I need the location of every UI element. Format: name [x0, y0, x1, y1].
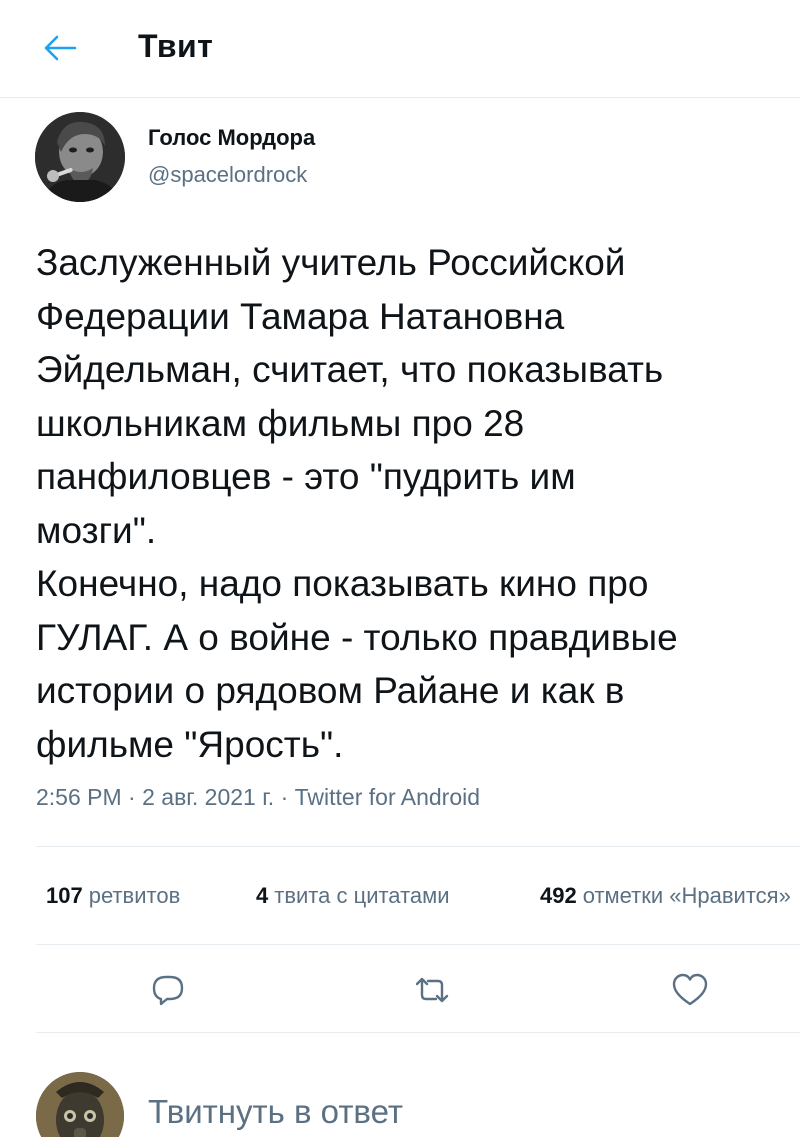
quotes-count: 4 [256, 883, 269, 908]
reply-input[interactable]: Твитнуть в ответ [148, 1093, 403, 1131]
heart-icon [672, 973, 708, 1006]
author-avatar[interactable] [35, 112, 125, 202]
tweet-line: школьникам фильмы про 28 [36, 402, 525, 444]
arrow-left-icon [44, 35, 77, 61]
page-title: Твит [138, 28, 214, 64]
likes-label: отметки «Нравится» [582, 883, 791, 908]
user-avatar [36, 1072, 124, 1137]
retweet-button[interactable] [408, 966, 456, 1014]
tweet-line: фильме "Ярость". [36, 723, 344, 765]
tweet-timestamp: 2:56 PM · 2 авг. 2021 г. · Twitter for A… [36, 784, 480, 811]
tweet-line: Федерации Тамара Натановна [36, 295, 565, 337]
divider [36, 944, 800, 945]
tweet-line: ГУЛАГ. А о войне - только правдивые [36, 616, 678, 658]
tweet-line: панфиловцев - это "пудрить им [36, 456, 576, 497]
tweet-line: Заслуженный учитель Российской [36, 242, 626, 283]
author-handle[interactable]: @spacelordrock [148, 162, 307, 188]
tweet-line: истории о рядовом Райане и как в [36, 670, 625, 711]
meta-separator: · [128, 784, 136, 810]
author-name[interactable]: Голос Мордора [148, 125, 315, 151]
top-bar: Твит [0, 0, 800, 98]
author-photo [35, 112, 125, 202]
retweets-count: 107 [46, 883, 83, 908]
retweet-icon [415, 977, 449, 1003]
divider [36, 846, 800, 847]
tweet-text: Заслуженный учитель Российской Федерации… [36, 236, 786, 771]
quotes-label: твита с цитатами [274, 883, 450, 908]
quotes-stat[interactable]: 4 твита с цитатами [256, 883, 450, 909]
likes-stat[interactable]: 492 отметки «Нравится» [540, 883, 791, 909]
reply-button[interactable] [144, 966, 192, 1014]
tweet-page: Твит Голос Мордора @spacelordrock Заслуж… [0, 0, 800, 1137]
likes-count: 492 [540, 883, 577, 908]
reply-icon [152, 975, 184, 1006]
meta-separator: · [280, 784, 289, 810]
back-button[interactable] [38, 26, 82, 70]
tweet-line: мозги". [36, 509, 157, 551]
retweets-label: ретвитов [88, 883, 181, 908]
tweet-source[interactable]: Twitter for Android [295, 784, 480, 810]
user-photo [36, 1072, 124, 1137]
tweet-line: Эйдельман, считает, что показывать [36, 349, 664, 390]
like-button[interactable] [666, 966, 714, 1014]
tweet-date[interactable]: 2 авг. 2021 г. [142, 784, 274, 810]
tweet-line: Конечно, надо показывать кино про [36, 563, 649, 604]
tweet-time[interactable]: 2:56 PM [36, 784, 122, 810]
retweets-stat[interactable]: 107 ретвитов [46, 883, 180, 909]
divider [36, 1032, 800, 1033]
